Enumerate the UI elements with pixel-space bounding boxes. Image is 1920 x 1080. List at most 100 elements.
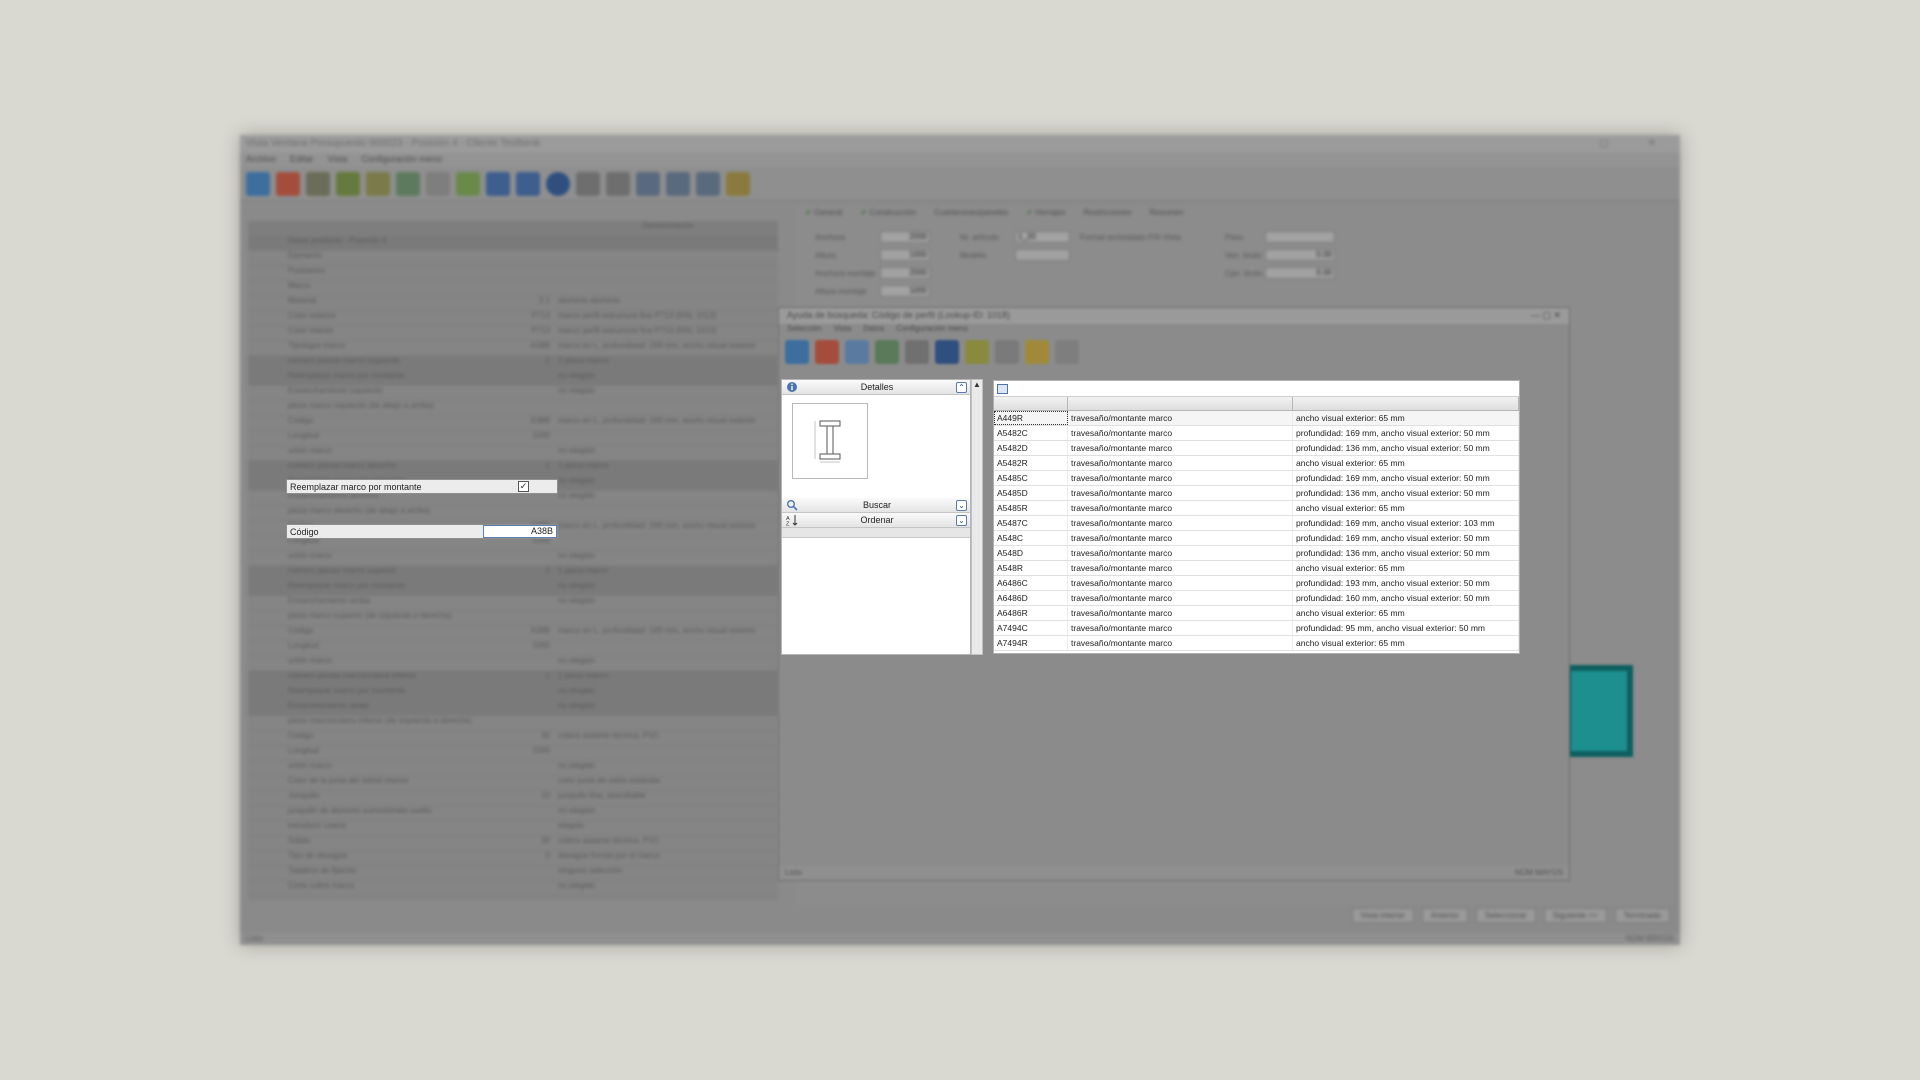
cell-code[interactable]: A548C xyxy=(994,531,1068,545)
tab-general[interactable]: General xyxy=(805,208,842,218)
tree-row[interactable]: unión marco no elegido xyxy=(248,446,778,461)
menu-configuracion[interactable]: Configuración menú xyxy=(361,154,442,166)
tree-row[interactable]: unión marco no elegido xyxy=(248,761,778,776)
tree-row-value[interactable] xyxy=(479,401,554,415)
tree-row-value[interactable]: 3 1 xyxy=(479,296,554,310)
tree-row[interactable]: Junquillo 10 junquillo fina, atornillable xyxy=(248,791,778,806)
tree-row[interactable]: Marco xyxy=(248,281,778,296)
tab-construccion[interactable]: Construcción xyxy=(860,208,916,218)
table-row[interactable]: A449R travesaño/montante marco ancho visua… xyxy=(994,411,1519,426)
siguiente-button[interactable]: Siguiente >> xyxy=(1543,908,1607,923)
table-view-icon[interactable] xyxy=(845,340,869,364)
tree-row[interactable]: número piezas marco izquierda 1 1 pieza ma… xyxy=(248,356,778,371)
tree-row[interactable]: pieza marco derecho (de abajo a arriba) xyxy=(248,506,778,521)
grid-icon[interactable] xyxy=(666,171,690,196)
favorite-star-icon[interactable] xyxy=(1025,340,1049,364)
tree-row[interactable]: Color interior P713 marco perfil estructur… xyxy=(248,326,778,341)
tab-restricciones[interactable]: Restricciones xyxy=(1083,208,1131,218)
table-row[interactable]: A5482C travesaño/montante marco profundida… xyxy=(994,426,1519,441)
dialog-window-controls[interactable]: — ▢ ✕ xyxy=(1531,310,1561,322)
tree-row-value[interactable] xyxy=(479,596,554,610)
previous-record-icon[interactable] xyxy=(516,171,540,196)
menu-seleccion[interactable]: Selección xyxy=(787,324,822,337)
cell-code[interactable]: A548D xyxy=(994,546,1068,560)
tree-row[interactable]: Reemplazar marco por montante no elegido xyxy=(248,581,778,596)
tree-row-value[interactable]: 1000 xyxy=(479,641,554,655)
tree-row[interactable]: Introducir cotera elegido xyxy=(248,821,778,836)
table-row[interactable]: A5485R travesaño/montante marco ancho visu… xyxy=(994,501,1519,516)
cancel-icon[interactable] xyxy=(276,171,300,196)
tree-row-value[interactable]: 1000 xyxy=(479,746,554,760)
table-row[interactable]: A6486R travesaño/montante marco ancho visu… xyxy=(994,606,1519,621)
tree-row[interactable]: Longitud 1000 xyxy=(248,746,778,761)
tree-row[interactable]: Ensanchamiento abajo no elegido xyxy=(248,701,778,716)
tree-row-value[interactable] xyxy=(479,761,554,775)
expand-buscar-button[interactable]: ⌄ xyxy=(956,499,967,511)
edit-icon[interactable] xyxy=(995,340,1019,364)
cancel-icon[interactable] xyxy=(815,340,839,364)
tree-row-value[interactable] xyxy=(479,251,554,265)
tree-row[interactable]: Tipo de desagüe 0 desagüe frontal por el m… xyxy=(248,851,778,866)
altura-field[interactable]: 1000 xyxy=(880,249,930,261)
tree-row[interactable]: junquillo de aluminio suministrado suelt… xyxy=(248,806,778,821)
tree-row-value[interactable]: 10 xyxy=(479,791,554,805)
tree-row[interactable]: Sólido 30 cotera aislante térmica, PVC xyxy=(248,836,778,851)
background-window-controls[interactable]: ▢ ✕ xyxy=(1599,138,1674,150)
cell-code[interactable]: A5482C xyxy=(994,426,1068,440)
tree-row[interactable]: Color de la junta del vidrial interior co… xyxy=(248,776,778,791)
tree-row-value[interactable] xyxy=(479,371,554,385)
tree-row[interactable]: número piezas marco superior 1 1 pieza mar… xyxy=(248,566,778,581)
cell-code[interactable]: A449R xyxy=(994,411,1068,425)
tree-row-value[interactable] xyxy=(479,686,554,700)
chart-icon[interactable] xyxy=(456,171,480,196)
tree-row[interactable]: Elemento xyxy=(248,251,778,266)
tree-row[interactable]: Código A38B marco en L, profundidad: 169 m… xyxy=(248,626,778,641)
cell-code[interactable]: A548R xyxy=(994,561,1068,575)
modelo-field[interactable] xyxy=(1015,249,1070,261)
tree-row-value[interactable]: A38B xyxy=(479,341,554,355)
tree-row[interactable]: pieza marco/cotera inferior (de izquierd… xyxy=(248,716,778,731)
ok-icon[interactable] xyxy=(246,171,270,196)
tree-row-value[interactable] xyxy=(479,266,554,280)
tab-cuarterones[interactable]: Cuarterones/paneles xyxy=(934,208,1008,218)
tree-row-value[interactable] xyxy=(479,281,554,295)
anchura-field[interactable]: 2000 xyxy=(880,231,930,243)
table-row[interactable]: A548R travesaño/montante marco ancho visua… xyxy=(994,561,1519,576)
buscar-header[interactable]: Buscar ⌄ xyxy=(782,498,970,513)
ven-bruto-field[interactable]: 0.00 xyxy=(1265,249,1335,261)
filter-icon[interactable] xyxy=(905,340,929,364)
menu-editar[interactable]: Editar xyxy=(290,154,314,166)
tree-row[interactable]: pieza marco izquierdo (de abajo a arriba… xyxy=(248,401,778,416)
table-row[interactable]: A5487C travesaño/montante marco profundida… xyxy=(994,516,1519,531)
cell-code[interactable]: A5485C xyxy=(994,471,1068,485)
tree-row[interactable]: Código 30 cotera aislante térmica, PVC xyxy=(248,731,778,746)
tree-row-value[interactable] xyxy=(479,881,554,895)
screen-icon[interactable] xyxy=(696,171,720,196)
table-icon[interactable] xyxy=(997,383,1008,394)
tree-row-value[interactable]: 1 xyxy=(479,566,554,580)
tree-row-value[interactable] xyxy=(479,866,554,880)
brush-icon[interactable] xyxy=(336,171,360,196)
tree-row-value[interactable] xyxy=(479,656,554,670)
tab-resumen[interactable]: Resumen xyxy=(1150,208,1184,218)
detalles-header[interactable]: Detalles ⌃ xyxy=(782,380,970,395)
tree-row-value[interactable] xyxy=(479,701,554,715)
pencil-icon[interactable] xyxy=(726,171,750,196)
tree-row-value[interactable]: 1000 xyxy=(479,431,554,445)
tree-row[interactable]: Longitud 1000 xyxy=(248,431,778,446)
accept-icon[interactable] xyxy=(785,340,809,364)
tree-row[interactable]: Tipología marco A38B marco en L, profundid… xyxy=(248,341,778,356)
tree-row[interactable]: Ensanchamiento izquierdo no elegido xyxy=(248,386,778,401)
tree-row[interactable]: Ensanchamiento arriba no elegido xyxy=(248,596,778,611)
tree-row[interactable]: unión marco no elegido xyxy=(248,551,778,566)
tab-herrajes[interactable]: Herrajes xyxy=(1026,208,1065,218)
tree-row-value[interactable]: 30 xyxy=(479,731,554,745)
tree-row-value[interactable]: 1 xyxy=(479,356,554,370)
tree-row-value[interactable]: A38B xyxy=(479,416,554,430)
terminado-button[interactable]: Terminado xyxy=(1614,908,1670,923)
table-row[interactable]: A5485D travesaño/montante marco profundida… xyxy=(994,486,1519,501)
cell-code[interactable]: A5485R xyxy=(994,501,1068,515)
tree-row-value[interactable]: 1 xyxy=(479,461,554,475)
expand-ordenar-button[interactable]: ⌄ xyxy=(956,514,967,526)
tree-row-value[interactable] xyxy=(479,551,554,565)
